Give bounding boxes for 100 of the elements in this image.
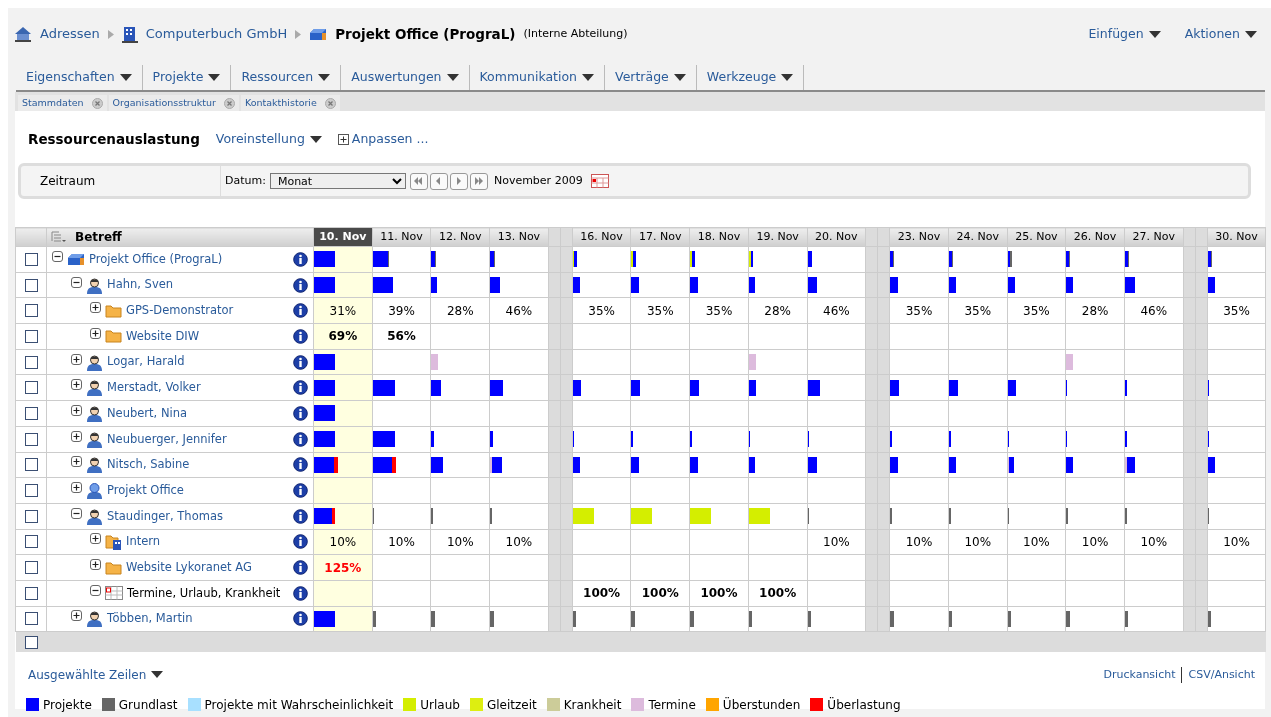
row-checkbox[interactable] [25,509,38,523]
row-checkbox[interactable] [25,535,38,549]
collapse-icon[interactable] [71,507,82,519]
plus-icon[interactable] [337,133,349,145]
expand-icon[interactable] [71,404,82,416]
row-checkbox[interactable] [25,586,38,600]
customize-button[interactable]: Anpassen ... [337,129,429,149]
menu-button[interactable]: Eigenschaften [16,65,143,90]
person-icon [86,379,103,397]
tree-item-link[interactable]: Intern [126,533,161,551]
row-checkbox[interactable] [25,612,38,626]
legend-label: Projekte mit Wahrscheinlichkeit [204,696,394,714]
breadcrumb-link[interactable]: Adressen [40,24,100,44]
row-checkbox[interactable] [25,458,38,472]
tree-item-link[interactable]: Website DIW [126,327,200,346]
expand-icon[interactable] [90,533,101,545]
row-checkbox[interactable] [25,381,38,395]
menu-button[interactable]: Auswertungen [341,65,470,90]
close-icon[interactable] [223,97,235,109]
last-button[interactable] [469,172,488,190]
expand-icon[interactable] [71,430,82,442]
row-checkbox[interactable] [25,484,38,498]
menu-button[interactable]: Projekte [142,65,232,90]
double-left-arrow-icon[interactable] [413,175,425,187]
collapse-icon[interactable] [90,584,101,596]
percent-value: 10% [1080,533,1110,551]
menu-button[interactable]: Kommunikation [469,65,606,90]
breadcrumb-link[interactable]: Computerbuch GmbH [145,24,288,44]
tab[interactable]: Organisationsstruktur [108,95,239,111]
tab[interactable]: Stammdaten [18,95,107,111]
close-icon[interactable] [91,97,103,109]
period-select[interactable]: Monat [269,173,406,189]
info-icon[interactable] [293,611,308,627]
box-icon [67,252,85,266]
page-title: Projekt Office (PrograL) [335,24,516,44]
collapse-icon[interactable] [71,276,82,288]
percent-value: 100% [758,585,798,603]
preset-dropdown[interactable]: Voreinstellung [215,129,322,149]
menu-button[interactable]: Einfügen [1088,24,1161,44]
info-icon[interactable] [293,380,308,396]
expand-icon[interactable] [90,302,101,314]
calendar-icon[interactable] [590,174,609,188]
info-icon[interactable] [293,585,308,601]
info-icon[interactable] [293,431,308,447]
percent-value: 35% [963,302,993,320]
calendar-icon [105,586,123,601]
row-checkbox[interactable] [25,355,38,369]
selection-dropdown[interactable]: Ausgewählte Zeilen [28,665,164,684]
info-icon[interactable] [293,560,308,576]
row-checkbox[interactable] [25,432,38,446]
expand-icon[interactable] [71,456,82,468]
info-icon[interactable] [293,277,308,293]
collapse-icon[interactable] [52,250,63,262]
column-header[interactable]: Betreff [75,228,122,246]
row-checkbox[interactable] [25,278,38,292]
next-button[interactable] [449,172,468,190]
tab[interactable]: Kontakthistorie [240,95,340,111]
expand-icon[interactable] [90,327,101,339]
info-icon[interactable] [293,405,308,421]
info-icon[interactable] [293,251,308,267]
info-icon[interactable] [293,534,308,550]
info-icon[interactable] [293,354,308,370]
row-checkbox[interactable] [25,329,38,343]
footer-link[interactable]: Druckansicht [1103,666,1176,684]
expand-icon[interactable] [71,610,82,622]
percent-value: 100% [699,585,739,603]
date-label: Datum: [225,172,266,189]
info-icon[interactable] [293,483,308,499]
row-checkbox[interactable] [25,304,38,318]
legend-label: Überstunden [722,696,801,714]
menu-button[interactable]: Aktionen [1184,24,1257,44]
folder-icon [105,560,122,575]
menu-button[interactable]: Ressourcen [231,65,342,90]
menu-button[interactable]: Werkzeuge [696,65,805,90]
menu-button[interactable]: Verträge [605,65,697,90]
select-all-checkbox[interactable] [24,635,38,649]
expand-icon[interactable] [71,482,82,494]
close-icon[interactable] [324,97,336,109]
legend-label: Grundlast [118,696,178,714]
expand-icon[interactable] [71,379,82,391]
first-button[interactable] [409,172,428,190]
info-icon[interactable] [293,328,308,344]
percent-value: 10% [328,533,358,551]
percent-value: 28% [1080,302,1110,320]
percent-value: 10% [1139,533,1169,551]
row-checkbox[interactable] [25,252,38,266]
legend-label: Termine [648,696,696,714]
info-icon[interactable] [293,508,308,524]
row-checkbox[interactable] [25,561,38,575]
footer-link[interactable]: CSV/Ansicht [1181,666,1255,684]
info-icon[interactable] [293,303,308,319]
tree-item-label: Termine, Urlaub, Krankheit [127,584,281,602]
percent-value: 10% [445,533,475,551]
previous-button[interactable] [429,172,448,190]
info-icon[interactable] [293,457,308,473]
expand-icon[interactable] [90,559,101,571]
double-right-arrow-icon[interactable] [473,175,485,187]
row-checkbox[interactable] [25,406,38,420]
tree-item-link[interactable]: Hahn, Sven [107,276,174,294]
expand-icon[interactable] [71,353,82,365]
